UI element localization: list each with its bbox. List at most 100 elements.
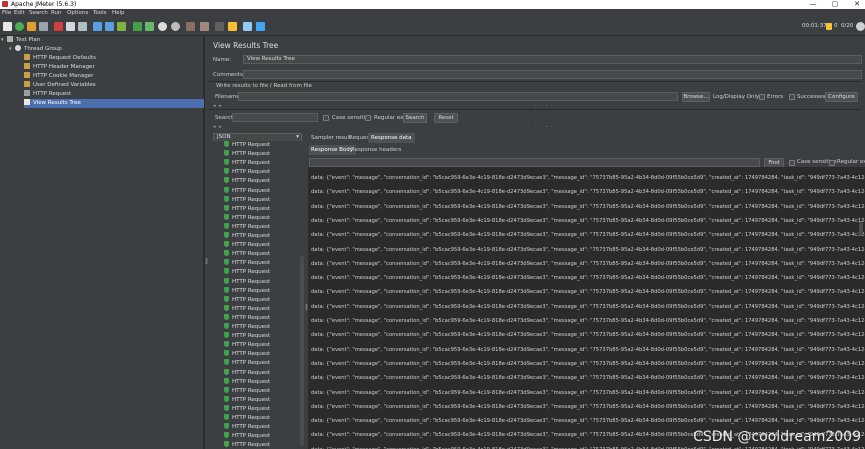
success-shield-icon — [224, 241, 229, 248]
menu-help[interactable]: Help — [112, 10, 125, 17]
open-icon[interactable] — [27, 22, 36, 31]
find-case-sensitive-checkbox[interactable] — [789, 160, 795, 166]
find-regex-checkbox[interactable] — [829, 160, 835, 166]
case-sensitive-checkbox[interactable] — [323, 115, 329, 121]
browse-button[interactable]: Browse... — [682, 92, 710, 102]
sample-row[interactable]: HTTP Request — [224, 386, 270, 396]
tree-node-cookie-manager[interactable]: HTTP Cookie Manager — [24, 72, 93, 81]
toggle-icon[interactable] — [117, 22, 126, 31]
sample-row[interactable]: HTTP Request — [224, 304, 270, 314]
sample-row[interactable]: HTTP Request — [224, 286, 270, 296]
sample-row[interactable]: HTTP Request — [224, 313, 270, 323]
successes-checkbox[interactable] — [789, 94, 795, 100]
sample-row[interactable]: HTTP Request — [224, 222, 270, 232]
response-scrollbar[interactable] — [859, 222, 863, 236]
reset-search-icon[interactable] — [228, 22, 237, 31]
comments-input[interactable] — [243, 70, 862, 79]
configure-button[interactable]: Configure — [825, 92, 858, 102]
start-icon[interactable] — [133, 22, 142, 31]
help-icon[interactable] — [256, 22, 265, 31]
name-input[interactable]: View Results Tree — [243, 55, 862, 64]
sample-row[interactable]: HTTP Request — [224, 359, 270, 368]
sample-row[interactable]: HTTP Request — [224, 150, 270, 159]
sample-row[interactable]: HTTP Request — [224, 213, 270, 223]
menu-run[interactable]: Run — [51, 10, 62, 17]
sample-row[interactable]: HTTP Request — [224, 232, 270, 241]
sample-row[interactable]: HTTP Request — [224, 368, 270, 378]
new-icon[interactable] — [3, 22, 12, 31]
sample-list-scrollbar[interactable] — [300, 256, 304, 446]
success-shield-icon — [224, 404, 229, 411]
find-input[interactable] — [309, 158, 760, 167]
errors-checkbox[interactable] — [759, 94, 765, 100]
success-shield-icon — [224, 414, 229, 420]
menu-tools[interactable]: Tools — [93, 10, 107, 17]
sample-row[interactable]: HTTP Request — [224, 377, 270, 387]
search-input[interactable] — [232, 113, 318, 122]
tree-node-user-variables[interactable]: User Defined Variables — [24, 81, 96, 90]
sample-row[interactable]: HTTP Request — [224, 177, 270, 186]
stop-icon[interactable] — [158, 22, 167, 31]
sample-row[interactable]: HTTP Request — [224, 423, 270, 432]
sample-row[interactable]: HTTP Request — [224, 295, 270, 305]
save-icon[interactable] — [39, 22, 48, 31]
regex-checkbox[interactable] — [365, 115, 371, 121]
menu-search[interactable]: Search — [29, 10, 48, 17]
menu-file[interactable]: File — [2, 10, 11, 17]
clear-icon[interactable] — [186, 22, 195, 31]
sample-row[interactable]: HTTP Request — [224, 159, 270, 168]
sample-row[interactable]: HTTP Request — [224, 241, 270, 250]
clear-all-icon[interactable] — [200, 22, 209, 31]
sample-row[interactable]: HTTP Request — [224, 404, 270, 414]
start-no-pauses-icon[interactable] — [145, 22, 154, 31]
close-button[interactable]: ✕ — [850, 0, 864, 9]
expand-icon[interactable] — [93, 22, 102, 31]
tree-node-header-manager[interactable]: HTTP Header Manager — [24, 63, 95, 72]
tree-node-test-plan[interactable]: ▾ Test Plan — [1, 36, 40, 45]
sample-row[interactable]: HTTP Request — [224, 268, 270, 277]
sample-row[interactable]: HTTP Request — [224, 341, 270, 350]
filename-input[interactable] — [238, 92, 678, 101]
shutdown-icon[interactable] — [171, 22, 180, 31]
sample-row[interactable]: HTTP Request — [224, 432, 270, 441]
sample-row[interactable]: HTTP Request — [224, 141, 270, 150]
search-button[interactable]: Search — [403, 113, 427, 123]
tree-node-view-results-tree[interactable]: View Results Tree — [24, 99, 204, 108]
tree-node-thread-group[interactable]: ▾ Thread Group — [9, 45, 62, 54]
tree-node-http-defaults[interactable]: HTTP Request Defaults — [24, 54, 96, 63]
sample-row[interactable]: HTTP Request — [224, 195, 270, 205]
search-icon[interactable] — [215, 22, 224, 31]
templates-icon[interactable] — [15, 22, 24, 31]
cut-icon[interactable] — [54, 22, 63, 31]
menu-edit[interactable]: Edit — [14, 10, 25, 17]
minimize-button[interactable]: — — [806, 0, 820, 9]
response-body-text[interactable]: data: {"event": "message", "conversation… — [308, 167, 865, 449]
splitter-grip-icon[interactable]: ‖ — [205, 258, 208, 265]
sample-row[interactable]: HTTP Request — [224, 350, 270, 359]
sample-row[interactable]: HTTP Request — [224, 395, 270, 405]
split-arrows-icon[interactable]: ◂ ▸ — [213, 124, 223, 130]
copy-icon[interactable] — [66, 22, 75, 31]
sample-row[interactable]: HTTP Request — [224, 204, 270, 214]
sample-row[interactable]: HTTP Request — [224, 168, 270, 177]
splitter-grip-icon[interactable]: · · · · — [535, 124, 553, 130]
paste-icon[interactable] — [78, 22, 87, 31]
sample-row[interactable]: HTTP Request — [224, 332, 270, 341]
menu-options[interactable]: Options — [67, 10, 88, 17]
sample-row[interactable]: HTTP Request — [224, 250, 270, 259]
sample-row[interactable]: HTTP Request — [224, 441, 270, 449]
remote-icon[interactable] — [856, 22, 865, 31]
warning-icon[interactable] — [826, 23, 832, 30]
sample-row[interactable]: HTTP Request — [224, 277, 270, 287]
tab-response-data[interactable]: Response data — [368, 133, 415, 143]
collapse-icon[interactable] — [105, 22, 114, 31]
sample-row[interactable]: HTTP Request — [224, 186, 270, 196]
maximize-button[interactable]: ▢ — [828, 0, 842, 9]
sample-row[interactable]: HTTP Request — [224, 414, 270, 423]
reset-button[interactable]: Reset — [434, 113, 458, 123]
tree-node-http-request[interactable]: HTTP Request — [24, 90, 71, 99]
function-helper-icon[interactable] — [243, 22, 252, 31]
tab-response-headers[interactable]: Response headers — [348, 145, 404, 155]
sample-row[interactable]: HTTP Request — [224, 259, 270, 268]
sample-row[interactable]: HTTP Request — [224, 323, 270, 332]
